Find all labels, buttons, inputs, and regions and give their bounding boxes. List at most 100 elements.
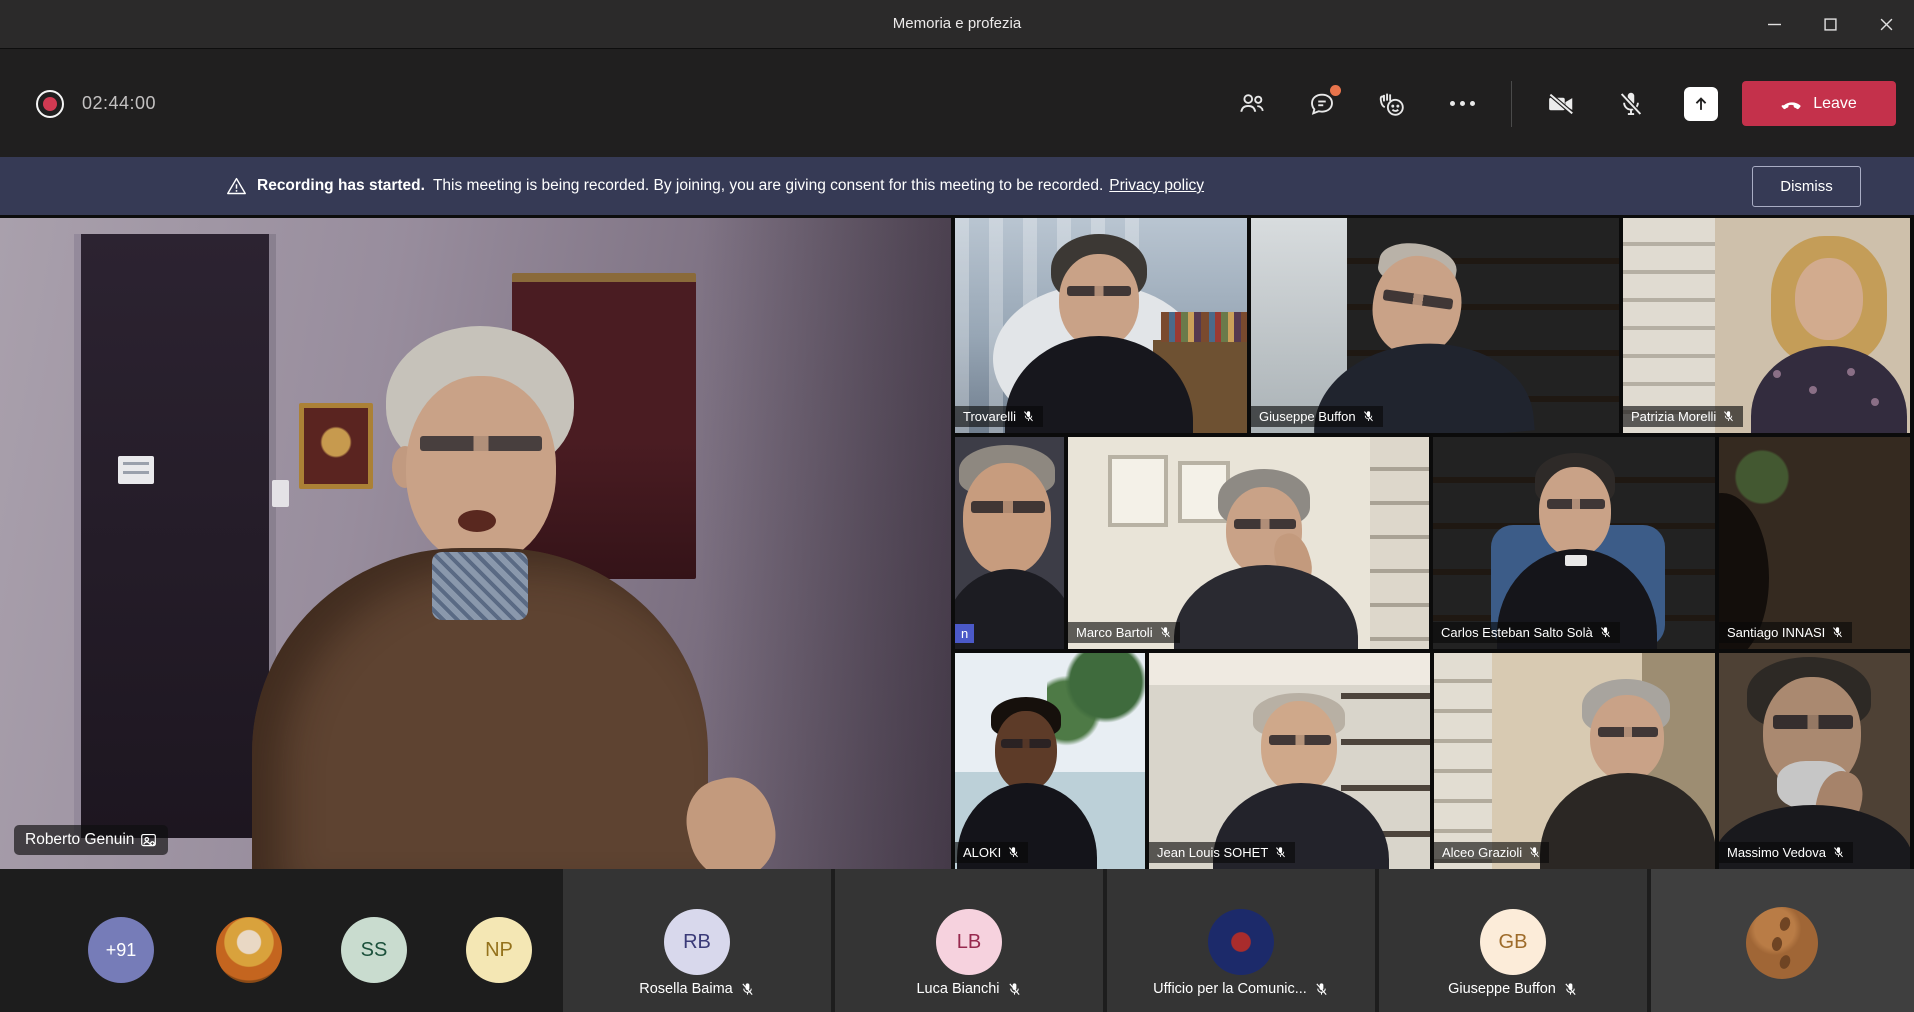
toolbar-divider bbox=[1511, 81, 1512, 127]
person-face bbox=[1539, 467, 1611, 557]
participant-name: Massimo Vedova bbox=[1727, 845, 1826, 860]
main-video-tile[interactable]: Roberto Genuin bbox=[0, 218, 951, 869]
video-tile[interactable]: Giuseppe Buffon bbox=[1251, 218, 1619, 433]
maximize-button[interactable] bbox=[1802, 0, 1858, 48]
overflow-count-avatar[interactable]: +91 bbox=[88, 917, 154, 983]
mic-toggle-button[interactable] bbox=[1596, 69, 1666, 139]
participant-name-label: Giuseppe Buffon bbox=[1379, 981, 1647, 997]
minimize-button[interactable] bbox=[1746, 0, 1802, 48]
video-tile[interactable]: Massimo Vedova bbox=[1719, 653, 1910, 869]
participant-name: Giuseppe Buffon bbox=[1448, 981, 1556, 997]
initials-avatar[interactable]: NP bbox=[466, 917, 532, 983]
participant-name-label: Patrizia Morelli bbox=[1623, 406, 1743, 427]
initials-avatar[interactable]: SS bbox=[341, 917, 407, 983]
participant-name: Carlos Esteban Salto Solà bbox=[1441, 625, 1593, 640]
bookshelf bbox=[1370, 437, 1429, 649]
person-face bbox=[1590, 695, 1664, 781]
video-tile[interactable]: Carlos Esteban Salto Solà bbox=[1433, 437, 1715, 649]
crest-avatar bbox=[1208, 909, 1274, 975]
person-face bbox=[963, 463, 1051, 575]
person-glasses bbox=[971, 501, 1045, 513]
avatar-initials: LB bbox=[957, 931, 981, 954]
door bbox=[74, 234, 276, 838]
participant-name-label: n bbox=[955, 624, 974, 643]
video-tile[interactable]: ALOKI bbox=[955, 653, 1145, 869]
participant-tile[interactable]: Ufficio per la Comunic... bbox=[1107, 869, 1375, 1012]
video-scene bbox=[955, 653, 1145, 869]
person-glasses bbox=[1598, 727, 1658, 737]
avatar-initials: NP bbox=[485, 939, 513, 962]
participant-tile[interactable] bbox=[1651, 869, 1914, 1012]
meeting-timer: 02:44:00 bbox=[82, 93, 156, 114]
mic-muted-icon bbox=[1722, 410, 1735, 423]
person-mouth bbox=[458, 510, 496, 532]
participant-name: Alceo Grazioli bbox=[1442, 845, 1522, 860]
participant-tile[interactable]: GB Giuseppe Buffon bbox=[1379, 869, 1647, 1012]
window-controls bbox=[1746, 0, 1914, 48]
participant-name-label: Ufficio per la Comunic... bbox=[1107, 981, 1375, 997]
participant-name-label: Jean Louis SOHET bbox=[1149, 842, 1295, 863]
video-scene bbox=[1434, 653, 1715, 869]
mic-muted-icon bbox=[1563, 982, 1578, 997]
participant-name-label: Carlos Esteban Salto Solà bbox=[1433, 622, 1620, 643]
camera-off-icon bbox=[1546, 89, 1576, 119]
leave-button[interactable]: Leave bbox=[1742, 81, 1896, 126]
video-tile[interactable]: Trovarelli bbox=[955, 218, 1247, 433]
participant-name: Trovarelli bbox=[963, 409, 1016, 424]
video-tile[interactable]: Patrizia Morelli bbox=[1623, 218, 1910, 433]
participant-name-label: ALOKI bbox=[955, 842, 1028, 863]
privacy-policy-link[interactable]: Privacy policy bbox=[1109, 177, 1204, 195]
bookshelf bbox=[1623, 218, 1715, 433]
mic-muted-icon bbox=[1007, 846, 1020, 859]
bookshelf bbox=[1434, 653, 1492, 869]
camera-toggle-button[interactable] bbox=[1526, 69, 1596, 139]
mic-off-icon bbox=[1616, 89, 1646, 119]
share-screen-button[interactable] bbox=[1666, 69, 1736, 139]
person-glasses bbox=[1547, 499, 1605, 509]
close-button[interactable] bbox=[1858, 0, 1914, 48]
video-tile[interactable]: Marco Bartoli bbox=[1068, 437, 1429, 649]
participant-name: Giuseppe Buffon bbox=[1259, 409, 1356, 424]
initials-avatar: RB bbox=[664, 909, 730, 975]
teams-meeting-window: Memoria e profezia 02:44:00 bbox=[0, 0, 1914, 1012]
person-collar bbox=[432, 552, 528, 620]
video-tile[interactable]: Jean Louis SOHET bbox=[1149, 653, 1430, 869]
more-options-button[interactable] bbox=[1427, 69, 1497, 139]
video-tile[interactable]: Santiago INNASI bbox=[1719, 437, 1910, 649]
participant-name-label: Marco Bartoli bbox=[1068, 622, 1180, 643]
person-torso bbox=[1540, 773, 1715, 869]
mic-muted-icon bbox=[1159, 626, 1172, 639]
participant-name-label: Roberto Genuin bbox=[14, 825, 168, 855]
video-tile[interactable]: Alceo Grazioli bbox=[1434, 653, 1715, 869]
recording-banner: Recording has started. This meeting is b… bbox=[0, 157, 1914, 215]
mic-muted-icon bbox=[1022, 410, 1035, 423]
video-scene bbox=[1719, 437, 1910, 649]
image-avatar bbox=[1746, 907, 1818, 979]
person-face bbox=[1261, 701, 1337, 793]
mic-muted-icon bbox=[1314, 982, 1329, 997]
person-face bbox=[406, 376, 556, 564]
dismiss-button[interactable]: Dismiss bbox=[1752, 166, 1861, 207]
close-icon bbox=[1880, 18, 1893, 31]
titlebar: Memoria e profezia bbox=[0, 0, 1914, 48]
participant-tile[interactable]: LB Luca Bianchi bbox=[835, 869, 1103, 1012]
avatar-initials: GB bbox=[1499, 931, 1528, 954]
person-glasses bbox=[1234, 519, 1296, 529]
image-avatar[interactable] bbox=[216, 917, 282, 983]
recording-indicator: 02:44:00 bbox=[36, 49, 156, 158]
toolbar-actions: Leave bbox=[1217, 49, 1914, 158]
mic-muted-icon bbox=[740, 982, 755, 997]
person-torso bbox=[1174, 565, 1358, 649]
video-tile[interactable]: n bbox=[955, 437, 1064, 649]
person-face bbox=[1059, 254, 1139, 348]
participants-button[interactable] bbox=[1217, 69, 1287, 139]
share-screen-icon bbox=[1684, 87, 1718, 121]
participant-tile[interactable]: RB Rosella Baima bbox=[563, 869, 831, 1012]
raise-hand-icon bbox=[1376, 88, 1408, 120]
participant-name-label: Rosella Baima bbox=[563, 981, 831, 997]
video-scene bbox=[1251, 218, 1619, 433]
hang-up-icon bbox=[1781, 93, 1803, 115]
reactions-button[interactable] bbox=[1357, 69, 1427, 139]
video-scene bbox=[1719, 653, 1910, 869]
chat-button[interactable] bbox=[1287, 69, 1357, 139]
